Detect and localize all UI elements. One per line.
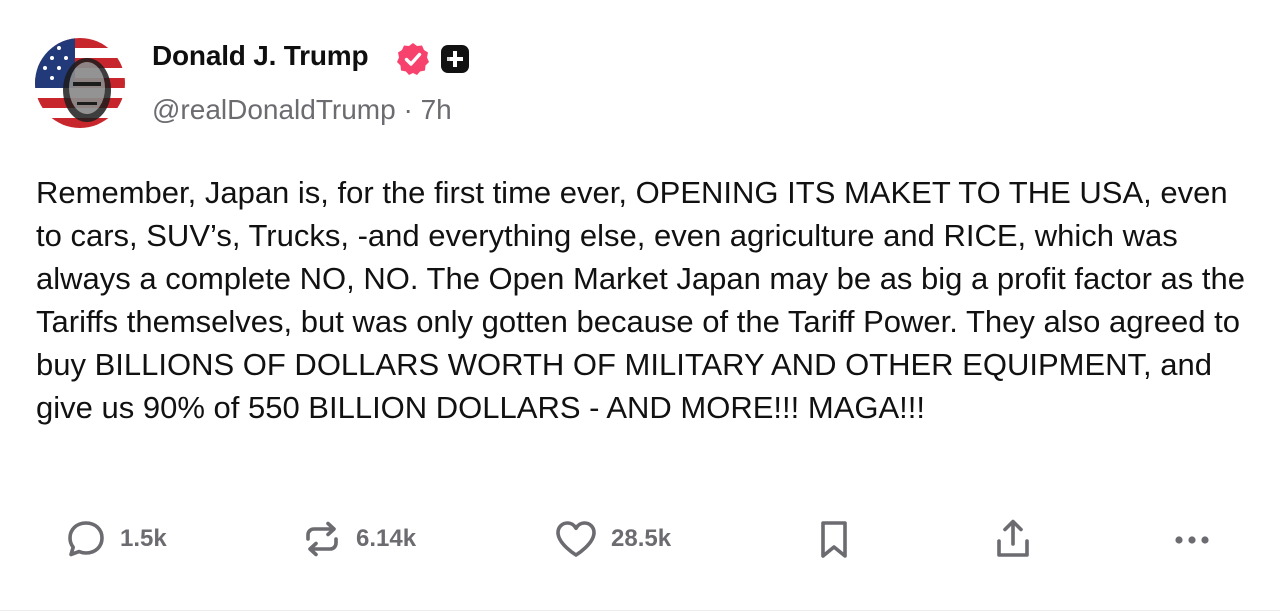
repost-button[interactable]: 6.14k: [300, 515, 416, 563]
post-card: Donald J. Trump @realDonaldTrump · 7h Re…: [0, 0, 1280, 611]
bookmark-button[interactable]: [812, 515, 856, 563]
avatar-image: [35, 38, 125, 128]
heart-icon: [556, 521, 596, 557]
repost-count: 6.14k: [356, 525, 417, 552]
repost-icon: [306, 521, 338, 557]
like-count: 28.5k: [611, 525, 672, 552]
more-options-button[interactable]: [1170, 515, 1214, 563]
bookmark-icon: [821, 521, 847, 558]
like-button[interactable]: 28.5k: [553, 515, 671, 563]
share-icon: [997, 519, 1029, 557]
author-display-name[interactable]: Donald J. Trump: [152, 40, 369, 72]
share-button[interactable]: [991, 515, 1035, 563]
verified-badge-icon: [397, 43, 429, 75]
reply-count: 1.5k: [120, 525, 167, 552]
meta-separator: ·: [403, 94, 413, 125]
author-handle[interactable]: @realDonaldTrump: [152, 94, 396, 125]
post-time[interactable]: 7h: [421, 94, 452, 125]
reply-icon: [68, 521, 104, 557]
post-body-text: Remember, Japan is, for the first time e…: [36, 175, 1254, 425]
plus-badge-icon: [441, 45, 469, 73]
post-action-bar: 1.5k 6.14k 28.5k: [0, 515, 1280, 563]
reply-button[interactable]: 1.5k: [64, 515, 167, 563]
more-options-icon: [1175, 536, 1209, 544]
author-handle-line: @realDonaldTrump · 7h: [152, 94, 452, 126]
avatar[interactable]: [35, 38, 125, 128]
